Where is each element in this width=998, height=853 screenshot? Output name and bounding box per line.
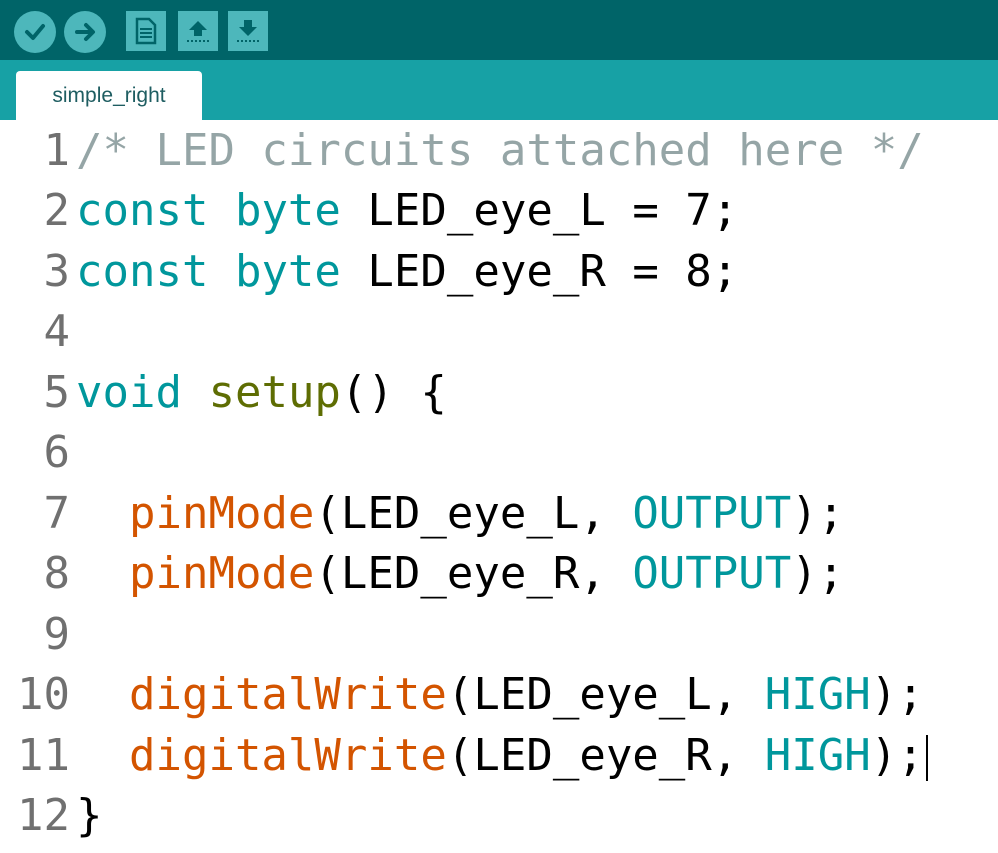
code-line[interactable]: 11 digitalWrite(LED_eye_R, HIGH); [0,725,998,785]
line-number: 4 [43,306,71,357]
toolbar [0,0,998,60]
line-number: 5 [43,366,71,418]
arrow-right-icon [75,23,95,41]
code-token: digitalWrite [128,729,447,781]
code-token: () { [340,366,447,418]
code-token: const [76,245,209,297]
code-line[interactable]: 8 pinMode(LED_eye_R, OUTPUT); [0,544,998,604]
code-line[interactable]: 9 [0,604,998,664]
code-token: /* LED circuits attached here */ [76,124,924,176]
code-editor[interactable]: 1/* LED circuits attached here */2 const … [0,120,998,853]
code-token: void [76,366,182,418]
code-text: pinMode(LED_eye_R, OUTPUT); [76,548,844,599]
code-text: digitalWrite(LED_eye_R, HIGH); [76,730,928,781]
code-token: byte [234,245,341,297]
upload-button[interactable] [64,11,106,53]
code-token: byte [234,185,341,236]
code-token: (LED_eye_R, [446,729,765,781]
code-text: void setup() { [76,367,447,418]
code-token: ); [791,548,845,599]
code-token: (LED_eye_R, [314,548,633,599]
tab-simple-right[interactable]: simple_right [16,71,202,120]
line-number: 8 [43,548,71,599]
code-token: } [76,790,103,841]
line-number: 10 [17,669,70,720]
line-number: 3 [43,245,71,297]
code-token: pinMode [128,548,315,599]
code-text: } [76,790,103,841]
code-token: (LED_eye_L, [446,669,765,720]
code-token: LED_eye_R = 8; [340,245,739,297]
code-token: ); [870,669,924,720]
code-text: const byte LED_eye_R = 8; [76,246,738,297]
code-token: (LED_eye_L, [314,487,633,539]
line-number: 7 [43,487,71,539]
line-number: 12 [17,790,70,841]
code-token: HIGH [764,729,871,781]
code-token: OUTPUT [632,548,792,599]
code-line[interactable]: 7 pinMode(LED_eye_L, OUTPUT); [0,483,998,543]
code-line[interactable]: 1/* LED circuits attached here */ [0,120,998,180]
code-token: setup [208,366,341,418]
code-token: ); [791,487,845,539]
code-line[interactable]: 3 const byte LED_eye_R = 8; [0,241,998,301]
new-button[interactable] [126,11,166,51]
line-number: 6 [43,427,71,478]
verify-button[interactable] [14,11,56,53]
code-text: const byte LED_eye_L = 7; [76,185,738,236]
code-line[interactable]: 4 [0,302,998,362]
code-token: pinMode [128,487,315,539]
checkmark-icon [25,24,45,40]
save-arrow-down-icon [237,20,259,42]
code-line[interactable]: 6 [0,423,998,483]
line-number: 2 [43,185,71,236]
code-line[interactable]: 2 const byte LED_eye_L = 7; [0,181,998,241]
save-button[interactable] [228,11,268,51]
line-number: 1 [43,124,71,176]
text-cursor [925,734,928,781]
new-file-icon [135,17,157,45]
line-number: 9 [43,608,71,660]
code-token: const [76,185,209,236]
code-token: OUTPUT [632,487,792,539]
code-token: digitalWrite [128,669,447,720]
open-button[interactable] [178,11,218,51]
code-token: ); [870,729,924,781]
line-number: 11 [17,729,70,781]
code-token: HIGH [764,669,871,720]
code-line[interactable]: 10 digitalWrite(LED_eye_L, HIGH); [0,665,998,725]
code-token: LED_eye_L = 7; [340,185,739,236]
code-text: /* LED circuits attached here */ [76,125,924,176]
code-line[interactable]: 12} [0,786,998,846]
code-text: digitalWrite(LED_eye_L, HIGH); [76,669,924,720]
code-line[interactable]: 5 void setup() { [0,362,998,422]
code-text: pinMode(LED_eye_L, OUTPUT); [76,488,844,539]
open-arrow-up-icon [187,21,209,42]
